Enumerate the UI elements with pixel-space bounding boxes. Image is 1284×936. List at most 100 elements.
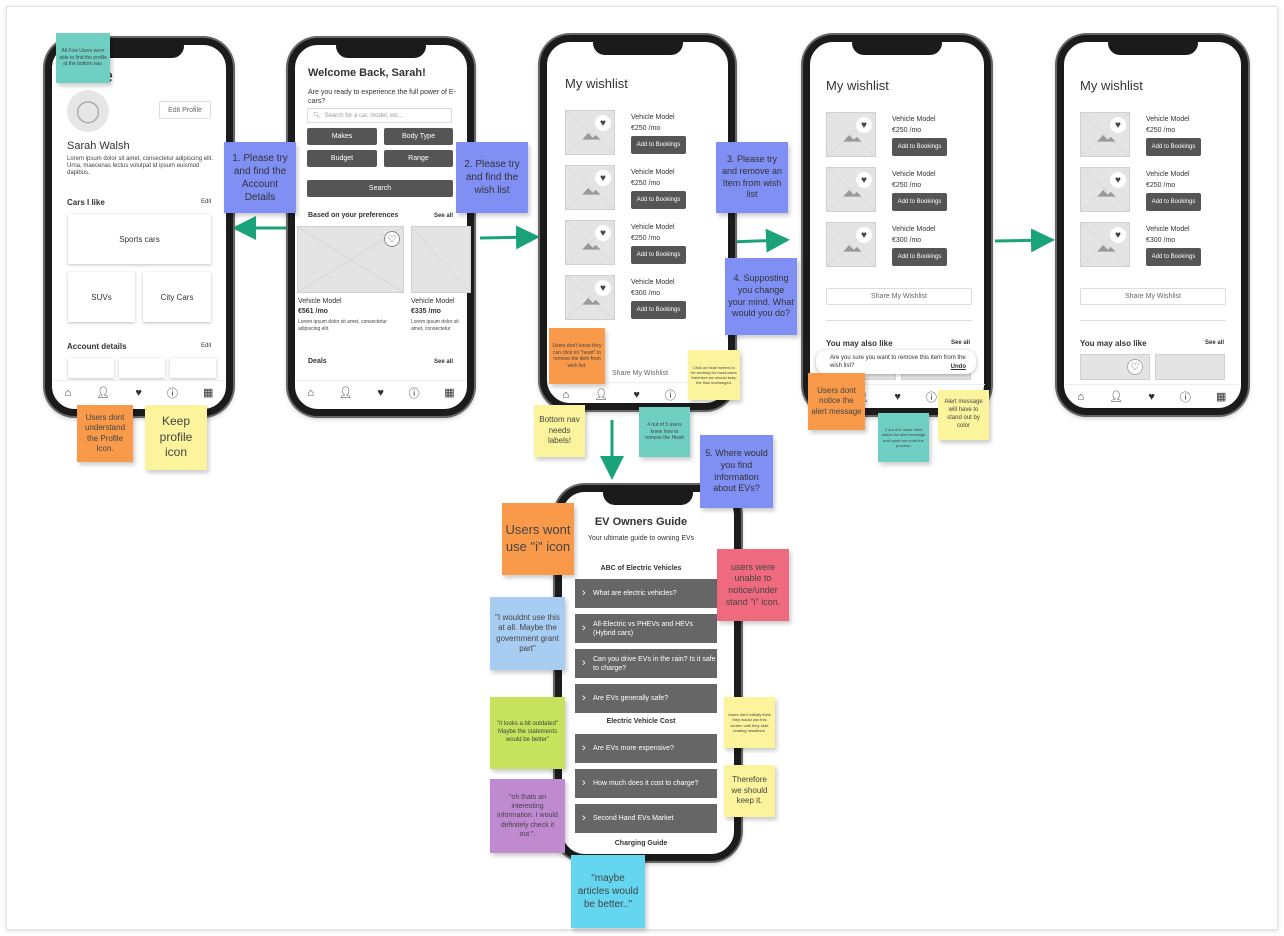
see-all-link[interactable]: See all [951,340,970,346]
vehicle-model: Vehicle Model [631,279,675,286]
heart-icon[interactable]: ♥ [1148,391,1155,403]
sticky-note: Users wont use "i" icon [502,503,574,575]
heart-icon[interactable]: ♥ [633,389,640,401]
undo-button[interactable]: Undo [951,363,966,371]
add-to-bookings-button[interactable]: Add to Bookings [892,248,947,266]
search-button[interactable]: Search [307,180,453,197]
bottom-nav: ⌂ 👤︎ ♥ ⓘ ▦ [295,380,467,404]
heart-icon[interactable]: ♥ [595,170,611,186]
divider [1080,320,1226,321]
calendar-icon[interactable]: ▦ [1216,390,1226,403]
section-charging: Charging Guide [614,840,668,847]
card-city-cars[interactable]: City Cars [143,272,211,322]
calendar-icon[interactable]: ▦ [203,386,213,399]
home-icon[interactable]: ⌂ [1078,391,1085,403]
vehicle-price: €250 /mo [892,127,922,134]
budget-button[interactable]: Budget [307,150,377,167]
add-to-bookings-button[interactable]: Add to Bookings [892,193,947,211]
sticky-note: Keep profile icon [145,405,207,470]
guide-item[interactable]: All-Electric vs PHEVs and HEVs (Hybrid c… [575,614,717,643]
heart-icon[interactable]: ♥ [894,391,901,403]
profile-icon[interactable]: 👤︎ [1109,390,1123,403]
add-to-bookings-button[interactable]: Add to Bookings [631,191,686,209]
profile-icon[interactable]: 👤︎ [96,386,110,399]
profile-icon[interactable]: 👤︎ [594,388,608,401]
card-sports-cars[interactable]: Sports cars [68,214,211,264]
heart-icon[interactable]: ♥ [1110,117,1126,133]
info-icon[interactable]: ⓘ [167,385,178,401]
account-card[interactable] [119,358,165,378]
calendar-icon[interactable]: ▦ [444,386,454,399]
sticky-note: "oh thats an interesting information. I … [490,779,565,853]
add-to-bookings-button[interactable]: Add to Bookings [631,301,686,319]
bottom-nav: ⌂ 👤︎ ♥ ⓘ ▦ [52,380,226,404]
add-to-bookings-button[interactable]: Add to Bookings [1146,193,1201,211]
guide-item[interactable]: Can you drive EVs in the rain? Is it saf… [575,649,717,678]
heart-icon[interactable]: ♥ [135,387,142,399]
edit-link[interactable]: Edit [201,199,211,205]
body-type-button[interactable]: Body Type [384,128,453,145]
add-to-bookings-button[interactable]: Add to Bookings [1146,138,1201,156]
heart-icon[interactable]: ♡ [384,231,400,247]
vehicle-model: Vehicle Model [892,171,936,178]
sticky-note: Users don't initially think they would u… [724,697,775,748]
profile-icon[interactable]: 👤︎ [339,386,353,399]
home-icon[interactable]: ⌂ [65,387,72,399]
card-suvs[interactable]: SUVs [68,272,135,322]
info-icon[interactable]: ⓘ [409,385,420,401]
add-to-bookings-button[interactable]: Add to Bookings [631,246,686,264]
task-note: 2. Please try and find the wish list [456,142,528,213]
edit-account-link[interactable]: Edit [201,343,211,349]
see-all-link[interactable]: See all [434,213,453,219]
edit-profile-button[interactable]: Edit Profile [159,101,211,119]
heart-icon[interactable]: ♥ [377,387,384,399]
see-all-link[interactable]: See all [1205,340,1224,346]
heart-icon[interactable]: ♥ [595,225,611,241]
add-to-bookings-button[interactable]: Add to Bookings [1146,248,1201,266]
info-icon[interactable]: ⓘ [665,387,676,403]
info-icon[interactable]: ⓘ [1180,389,1191,405]
search-input[interactable]: 🔍︎ Search for a car, model, etc... [307,108,452,123]
heart-icon[interactable]: ♥ [1110,227,1126,243]
vehicle-model: Vehicle Model [1146,171,1190,178]
section-cost: Electric Vehicle Cost [606,718,676,725]
section-preferences: Based on your preferences [308,212,399,219]
guide-title: EV Owners Guide [594,516,688,528]
heart-icon[interactable]: ♥ [595,115,611,131]
guide-item[interactable]: What are electric vehicles? [575,579,717,608]
vehicle-model: Vehicle Model [631,224,675,231]
sticky-note: "it looks a bit outdated" Maybe the stat… [490,697,565,769]
section-you-may-also-like: You may also like [826,339,893,348]
info-icon[interactable]: ⓘ [926,389,937,405]
makes-button[interactable]: Makes [307,128,377,145]
account-card[interactable] [68,358,114,378]
remove-confirmation-toast: Are you sure you want to remove this ite… [816,350,976,374]
share-wishlist-button[interactable]: Share My Wishlist [612,370,668,377]
range-button[interactable]: Range [384,150,453,167]
heart-icon[interactable]: ♥ [856,172,872,188]
guide-item[interactable]: Second Hand EVs Market [575,804,717,833]
home-icon[interactable]: ⌂ [307,387,314,399]
guide-item[interactable]: How much does it cost to charge? [575,769,717,798]
search-icon: 🔍︎ [313,113,321,119]
guide-item[interactable]: Are EVs more expensive? [575,734,717,763]
share-wishlist-button[interactable]: Share My Wishlist [826,288,972,305]
heart-icon[interactable]: ♥ [595,280,611,296]
heart-icon[interactable]: ♥ [856,117,872,133]
car-model: Vehicle Model [411,298,455,305]
heart-icon[interactable]: ♥ [856,227,872,243]
guide-item[interactable]: Are EVs generally safe? [575,684,717,713]
add-to-bookings-button[interactable]: Add to Bookings [631,136,686,154]
share-wishlist-button[interactable]: Share My Wishlist [1080,288,1226,305]
heart-icon[interactable]: ♡ [1127,359,1143,375]
vehicle-model: Vehicle Model [892,116,936,123]
account-card[interactable] [170,358,216,378]
task-note: 4. Supposting you change your mind. What… [725,258,797,335]
guide-subtitle: Your ultimate guide to owning EVs [587,535,695,542]
heart-icon[interactable]: ♥ [1110,172,1126,188]
home-icon[interactable]: ⌂ [563,389,570,401]
add-to-bookings-button[interactable]: Add to Bookings [892,138,947,156]
see-all-deals-link[interactable]: See all [434,359,453,365]
sticky-note: 4 out of 5 users knew how to remove the … [639,407,690,457]
vehicle-model: Vehicle Model [1146,226,1190,233]
